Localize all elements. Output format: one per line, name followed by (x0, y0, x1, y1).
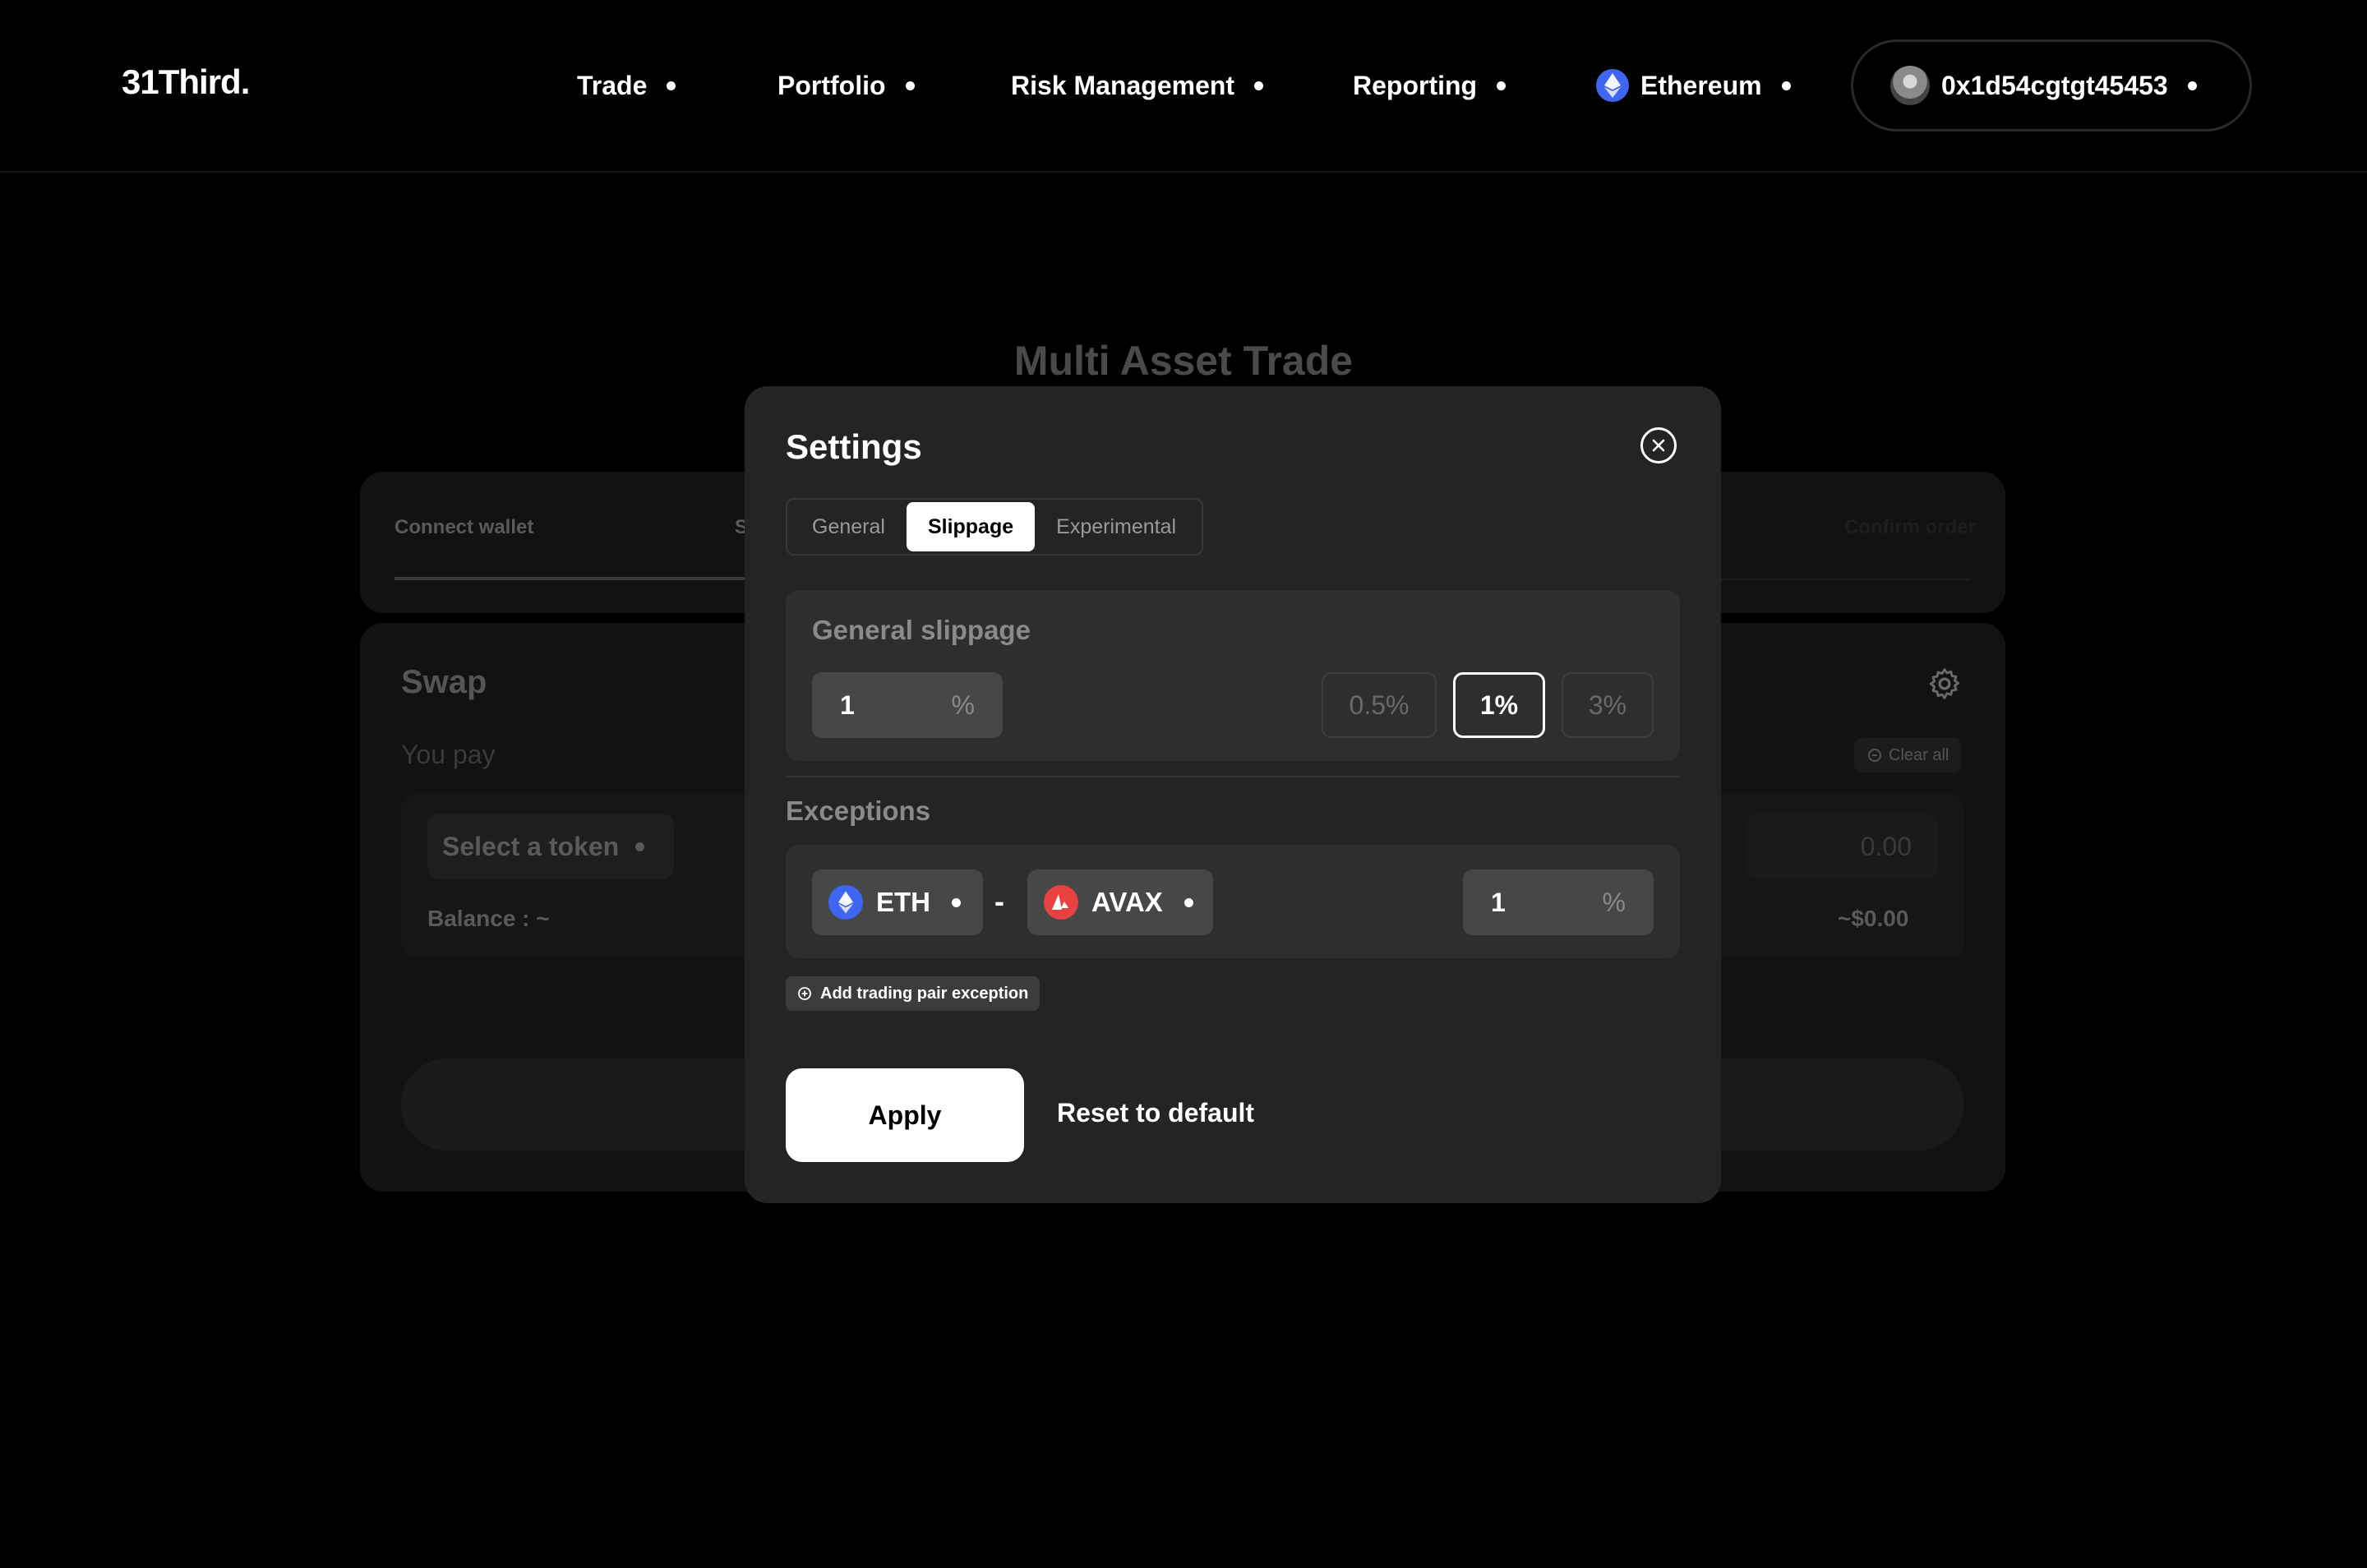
select-token-button[interactable]: Select a token (427, 814, 674, 879)
tab-general[interactable]: General (791, 502, 907, 551)
chevron-down-icon (905, 81, 915, 90)
chevron-down-icon (952, 897, 961, 907)
add-exception-label: Add trading pair exception (820, 984, 1029, 1003)
avatar (1890, 66, 1930, 105)
nav-portfolio-label: Portfolio (777, 70, 886, 100)
step-progress-line (394, 577, 756, 580)
chevron-down-icon (1781, 81, 1791, 90)
slippage-value: 1 (840, 689, 855, 720)
settings-tabs: General Slippage Experimental (786, 498, 1203, 556)
general-slippage-input[interactable]: 1 % (812, 672, 1003, 738)
nav-risk-management[interactable]: Risk Management (1011, 66, 1264, 105)
gear-icon[interactable] (1926, 666, 1963, 702)
clear-icon (1868, 749, 1881, 762)
slippage-unit: % (951, 689, 975, 720)
swap-title: Swap (401, 664, 487, 700)
close-icon (1652, 439, 1665, 452)
apply-button[interactable]: Apply (786, 1068, 1024, 1162)
nav-risk-management-label: Risk Management (1011, 70, 1235, 100)
tab-experimental[interactable]: Experimental (1035, 502, 1197, 551)
preset-0-5-percent[interactable]: 0.5% (1322, 672, 1437, 738)
select-token-label: Select a token (442, 831, 620, 861)
to-token-label: AVAX (1091, 887, 1163, 917)
logo[interactable]: 31Third. (122, 62, 250, 102)
nav-reporting[interactable]: Reporting (1353, 66, 1506, 105)
nav-trade-label: Trade (577, 70, 648, 100)
amount-placeholder: 0.00 (1860, 831, 1912, 861)
nav-divider (0, 171, 2367, 173)
wallet-address: 0x1d54cgtgt45453 (1941, 70, 2168, 100)
exceptions-label: Exceptions (786, 796, 931, 826)
chevron-down-icon (635, 842, 645, 851)
exception-slippage-unit: % (1602, 887, 1626, 917)
add-exception-button[interactable]: Add trading pair exception (786, 976, 1040, 1011)
general-slippage-label: General slippage (812, 615, 1031, 645)
preset-1-percent[interactable]: 1% (1453, 672, 1545, 738)
ethereum-icon (828, 885, 863, 920)
to-token-select[interactable]: AVAX (1027, 869, 1213, 935)
close-button[interactable] (1640, 427, 1677, 463)
you-pay-label: You pay (401, 740, 496, 769)
network-label: Ethereum (1640, 70, 1762, 100)
reset-to-default-button[interactable]: Reset to default (1057, 1098, 1254, 1128)
exception-slippage-input[interactable]: 1 % (1463, 869, 1654, 935)
nav-portfolio[interactable]: Portfolio (777, 66, 915, 105)
chevron-down-icon (2187, 81, 2197, 90)
section-divider (786, 776, 1680, 777)
amount-input[interactable]: 0.00 (1746, 814, 1938, 879)
step-connect-wallet: Connect wallet (394, 516, 534, 538)
page-title: Multi Asset Trade (1013, 338, 1354, 384)
tab-slippage[interactable]: Slippage (906, 502, 1036, 551)
modal-title: Settings (786, 427, 922, 466)
avalanche-icon (1044, 885, 1078, 920)
from-token-label: ETH (876, 887, 930, 917)
clear-all-button[interactable]: Clear all (1854, 738, 1963, 772)
from-token-select[interactable]: ETH (812, 869, 983, 935)
network-selector[interactable]: Ethereum (1596, 66, 1791, 105)
wallet-info[interactable]: 0x1d54cgtgt45453 (1890, 66, 2197, 105)
step-confirm-order: Confirm order (1844, 516, 1977, 538)
nav-reporting-label: Reporting (1353, 70, 1478, 100)
nav-trade[interactable]: Trade (577, 66, 676, 105)
chevron-down-icon (1184, 897, 1193, 907)
usd-value: ~$0.00 (1838, 906, 1909, 931)
chevron-down-icon (1254, 81, 1264, 90)
clear-all-label: Clear all (1889, 745, 1949, 764)
plus-circle-icon (798, 987, 811, 1000)
exception-slippage-value: 1 (1491, 887, 1506, 917)
balance-text: Balance : ~ (427, 906, 550, 931)
step-line-inactive (1710, 579, 1971, 580)
pair-separator: - (994, 884, 1004, 918)
ethereum-icon (1596, 69, 1629, 102)
chevron-down-icon (1497, 81, 1506, 90)
chevron-down-icon (667, 81, 676, 90)
preset-3-percent[interactable]: 3% (1562, 672, 1654, 738)
